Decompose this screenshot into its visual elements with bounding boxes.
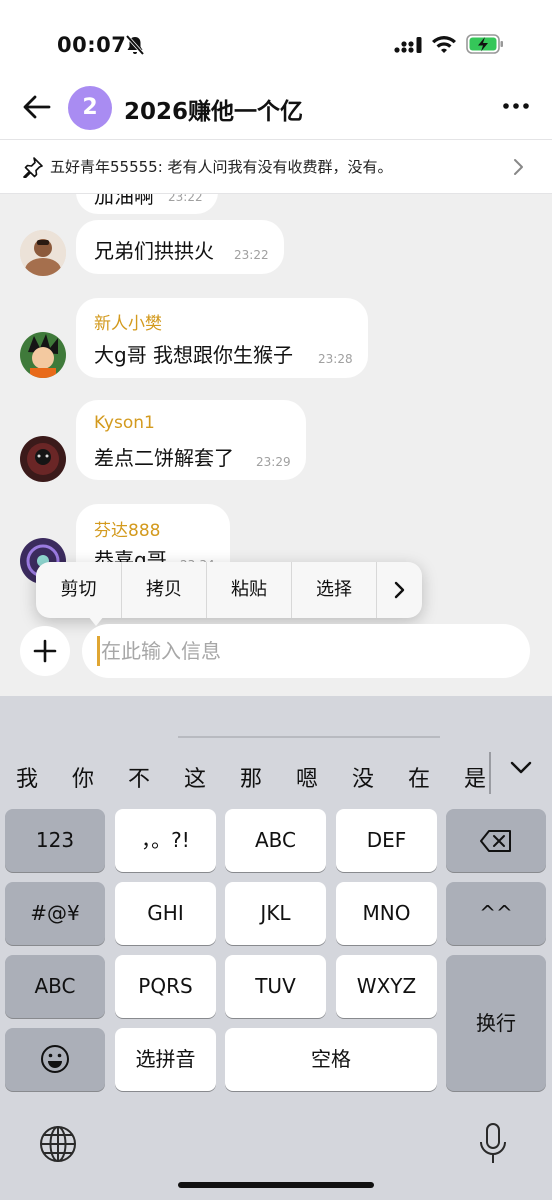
chevron-down-icon[interactable] xyxy=(508,758,534,778)
user-dark-avatar-icon xyxy=(20,436,66,482)
back-arrow-icon[interactable] xyxy=(22,94,52,120)
microphone-icon[interactable] xyxy=(478,1122,508,1166)
avatar[interactable] xyxy=(20,332,66,378)
candidate-word[interactable]: 嗯 xyxy=(296,761,318,793)
keyboard-drag-handle xyxy=(178,736,440,738)
bell-muted-icon xyxy=(125,34,145,56)
group-title[interactable]: 2026赚他一个亿 xyxy=(124,92,303,126)
space-key[interactable]: 空格 xyxy=(225,1028,437,1091)
paste-menu-item[interactable]: 粘贴 xyxy=(207,562,291,618)
sender-name[interactable]: Kyson1 xyxy=(94,413,155,433)
pinned-message-text: 五好青年55555: 老有人问我有没有收费群，没有。 xyxy=(50,158,393,176)
key-emoticon[interactable]: ^^ xyxy=(446,882,546,945)
candidate-word[interactable]: 我 xyxy=(16,761,38,793)
message-time: 23:28 xyxy=(318,352,353,366)
key-abc-switch[interactable]: ABC xyxy=(5,955,105,1018)
avatar[interactable] xyxy=(20,436,66,482)
key-symbols[interactable]: #@¥ xyxy=(5,882,105,945)
user-photo-icon xyxy=(20,230,66,276)
pinned-message-bar[interactable]: 五好青年55555: 老有人问我有没有收费群，没有。 xyxy=(0,139,552,194)
emoji-key[interactable] xyxy=(5,1028,105,1091)
plus-icon xyxy=(33,639,57,663)
sender-name[interactable]: 新人小樊 xyxy=(94,309,162,334)
text-cursor xyxy=(97,636,100,666)
candidate-word[interactable]: 那 xyxy=(240,761,262,793)
chevron-right-icon xyxy=(514,159,523,175)
return-key[interactable]: 换行 xyxy=(446,955,546,1091)
message-time: 23:29 xyxy=(256,455,291,469)
user-cartoon-icon xyxy=(20,332,66,378)
group-avatar[interactable]: 2 xyxy=(68,86,112,130)
key-punctuation[interactable]: ，。?! xyxy=(115,809,216,872)
message-input[interactable] xyxy=(82,624,530,678)
chat-messages-area[interactable]: 加油啊 23:22 兄弟们拱拱火 23:22 新人小樊 大g哥 我想跟你生猴子 … xyxy=(0,194,552,696)
backspace-icon xyxy=(480,830,511,852)
cut-menu-item[interactable]: 剪切 xyxy=(36,562,121,618)
message-text: 兄弟们拱拱火 xyxy=(94,239,214,263)
text-edit-menu: 剪切 拷贝 粘贴 选择 xyxy=(36,562,422,618)
copy-menu-item[interactable]: 拷贝 xyxy=(122,562,206,618)
message-time: 23:22 xyxy=(168,194,203,204)
key-123[interactable]: 123 xyxy=(5,809,105,872)
avatar[interactable] xyxy=(20,230,66,276)
key-pinyin-select[interactable]: 选拼音 xyxy=(115,1028,216,1091)
sender-name[interactable]: 芬达888 xyxy=(94,516,160,541)
emoji-icon xyxy=(41,1045,69,1073)
key-mno[interactable]: MNO xyxy=(336,882,437,945)
key-tuv[interactable]: TUV xyxy=(225,955,326,1018)
chat-header: 2 2026赚他一个亿 xyxy=(0,74,552,140)
key-wxyz[interactable]: WXYZ xyxy=(336,955,437,1018)
globe-icon[interactable] xyxy=(38,1124,78,1164)
key-def[interactable]: DEF xyxy=(336,809,437,872)
candidate-word[interactable]: 没 xyxy=(352,761,374,793)
home-indicator[interactable] xyxy=(178,1182,374,1188)
backspace-key[interactable] xyxy=(446,809,546,872)
status-time: 00:07 xyxy=(57,33,127,57)
wifi-icon xyxy=(432,36,456,53)
menu-divider xyxy=(376,562,377,618)
key-ghi[interactable]: GHI xyxy=(115,882,216,945)
candidate-divider xyxy=(489,752,491,794)
cellular-signal-icon xyxy=(394,37,422,53)
key-jkl[interactable]: JKL xyxy=(225,882,326,945)
more-options-icon[interactable] xyxy=(500,96,532,116)
select-menu-item[interactable]: 选择 xyxy=(292,562,376,618)
candidate-word[interactable]: 这 xyxy=(184,761,206,793)
candidate-word[interactable]: 你 xyxy=(72,761,94,793)
message-text: 加油啊 xyxy=(94,194,154,208)
pin-icon xyxy=(23,157,43,178)
message-time: 23:22 xyxy=(234,248,269,262)
add-attachment-button[interactable] xyxy=(20,626,70,676)
menu-more-chevron-icon[interactable] xyxy=(393,580,407,600)
candidate-word[interactable]: 是 xyxy=(464,761,486,793)
key-pqrs[interactable]: PQRS xyxy=(115,955,216,1018)
candidate-word[interactable]: 在 xyxy=(408,761,430,793)
candidate-word[interactable]: 不 xyxy=(128,761,150,793)
message-text: 大g哥 我想跟你生猴子 xyxy=(94,343,294,367)
key-abc[interactable]: ABC xyxy=(225,809,326,872)
message-text: 差点二饼解套了 xyxy=(94,446,234,470)
battery-charging-icon xyxy=(466,34,503,54)
